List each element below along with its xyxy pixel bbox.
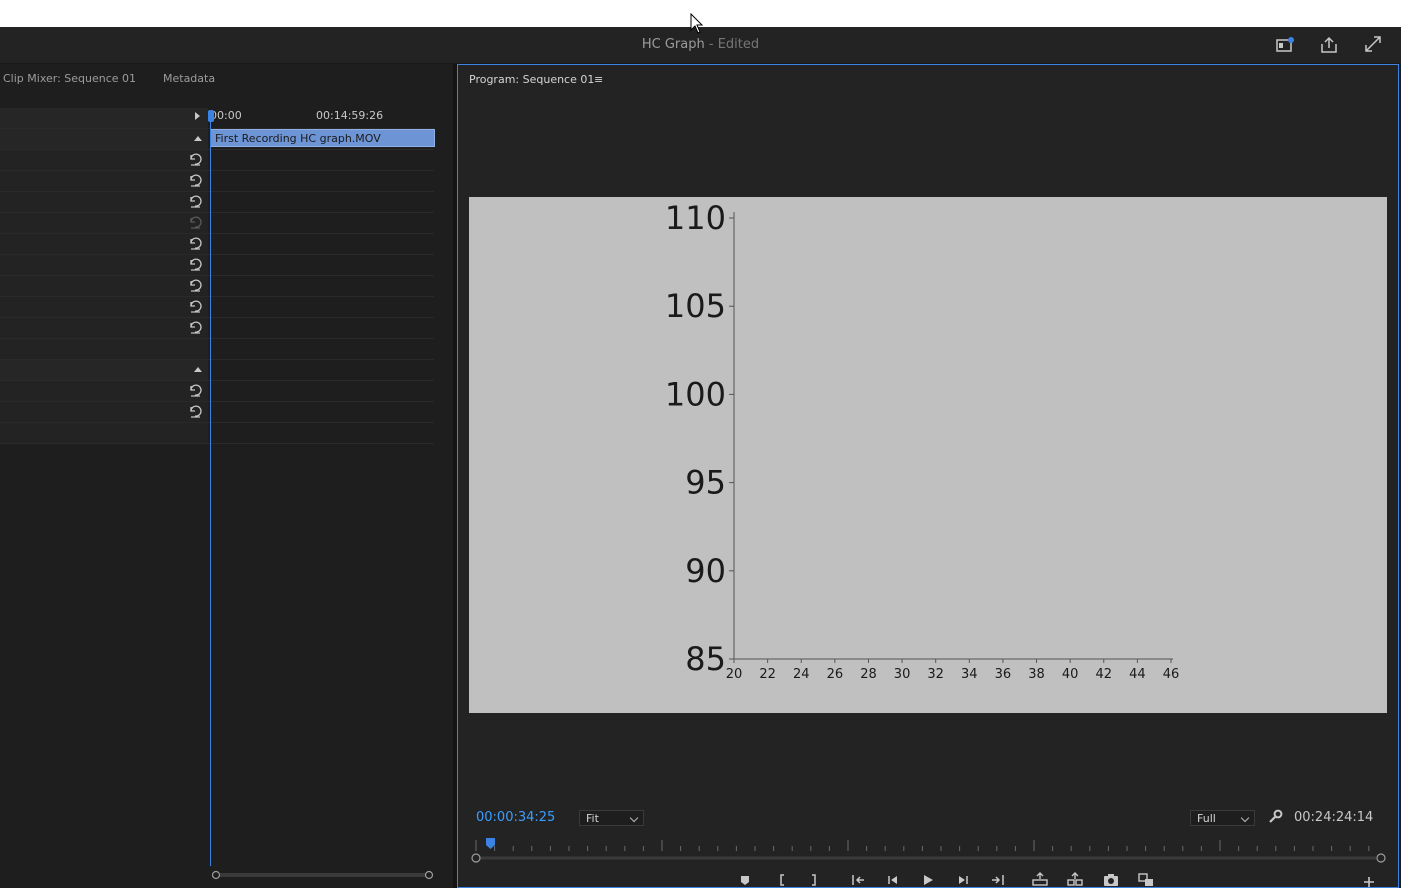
x-tick-label: 36 [995,667,1012,682]
total-duration-timecode: 00:24:24:14 [1294,810,1374,825]
playhead-marker[interactable] [486,838,495,849]
tab-program-monitor[interactable]: Program: Sequence 01 [469,73,594,86]
comparison-view-icon[interactable] [1136,871,1156,888]
x-tick-label: 26 [827,667,844,682]
add-marker-icon[interactable] [735,871,755,888]
collapse-arrow-icon[interactable] [194,136,202,141]
expand-arrow-icon[interactable] [195,112,200,120]
x-tick-label: 32 [927,667,944,682]
reset-parameter-icon[interactable] [188,278,202,292]
settings-wrench-icon[interactable] [1267,809,1283,825]
clip-name: First Recording HC graph.MOV [215,132,381,145]
mouse-cursor-icon [690,13,706,35]
play-icon[interactable] [918,871,938,888]
x-tick-label: 40 [1062,667,1079,682]
effect-row [0,318,434,339]
tab-clip-mixer[interactable]: Clip Mixer: Sequence 01 [3,72,136,85]
zoom-level-value: Fit [586,812,599,825]
workspaces-icon[interactable] [1274,35,1296,55]
effect-row [0,276,434,297]
ruler-start-time: 00:00 [210,109,242,122]
current-timecode[interactable]: 00:00:34:25 [476,810,555,825]
mark-in-icon[interactable] [772,871,792,888]
ruler-mid-time: 00:14:59:26 [316,109,384,122]
clip-bar[interactable]: First Recording HC graph.MOV [210,129,435,147]
x-tick-label: 20 [726,667,743,682]
effect-row [0,171,434,192]
playback-resolution-value: Full [1197,812,1216,825]
y-tick-label: 100 [665,375,726,413]
reset-parameter-icon[interactable] [188,404,202,418]
go-to-in-icon[interactable] [849,871,869,888]
reset-parameter-icon[interactable] [188,383,202,397]
y-tick-label: 105 [665,287,726,325]
graph-chart: 85 90 95 100 105 110 20 22 24 26 28 30 32 34 36 38 40 42 4… [665,199,1180,682]
zoom-handle-left[interactable] [471,853,481,863]
lift-icon[interactable] [1030,871,1050,888]
window-title-name: HC Graph [641,37,705,52]
zoom-handle-right[interactable] [1376,853,1386,863]
step-back-icon[interactable] [883,871,903,888]
effect-row [0,255,434,276]
go-to-out-icon[interactable] [987,871,1007,888]
panel-menu-icon[interactable]: ≡ [594,73,603,86]
program-video-frame: 85 90 95 100 105 110 20 22 24 26 28 30 32 34 36 38 40 42 4… [469,197,1387,713]
x-tick-label: 30 [894,667,911,682]
reset-parameter-icon[interactable] [188,257,202,271]
window-title-suffix: - Edited [708,37,760,52]
effect-row [0,423,434,444]
button-editor-plus-icon[interactable] [1359,871,1379,888]
reset-parameter-icon[interactable] [188,194,202,208]
reset-parameter-icon[interactable] [188,299,202,313]
tab-metadata[interactable]: Metadata [163,72,215,85]
share-icon[interactable] [1318,35,1340,55]
playback-resolution-dropdown[interactable]: Full [1190,810,1255,826]
effect-row [0,150,434,171]
effect-row [0,381,434,402]
x-tick-label: 44 [1129,667,1146,682]
reset-parameter-icon [190,216,202,229]
effect-row [0,360,434,381]
chevron-down-icon [1240,813,1250,823]
x-tick-label: 38 [1028,667,1045,682]
effect-row [0,192,434,213]
effect-controls-panel: Clip Mixer: Sequence 01 Metadata [0,64,453,888]
timeline-scrollbar[interactable] [212,870,434,880]
x-tick-label: 24 [793,667,810,682]
step-forward-icon[interactable] [953,871,973,888]
effect-row [0,213,434,234]
reset-parameter-icon[interactable] [188,173,202,187]
x-tick-label: 22 [759,667,776,682]
effect-row [0,339,434,360]
reset-parameter-icon[interactable] [188,152,202,166]
reset-parameter-icon[interactable] [188,320,202,334]
effect-row [0,402,434,423]
program-time-ruler[interactable] [470,838,1388,864]
mark-out-icon[interactable] [804,871,824,888]
collapse-arrow-icon[interactable] [194,367,202,372]
effect-row [0,297,434,318]
y-tick-label: 85 [685,640,726,678]
effect-row [0,234,434,255]
reset-parameter-icon[interactable] [188,236,202,250]
export-frame-camera-icon[interactable] [1101,871,1121,888]
playhead-handle[interactable] [208,110,214,122]
y-tick-label: 110 [665,199,726,237]
x-tick-label: 42 [1095,667,1112,682]
x-tick-label: 46 [1163,667,1180,682]
chevron-down-icon [629,813,639,823]
y-tick-label: 90 [685,552,726,590]
x-tick-label: 34 [961,667,978,682]
zoom-level-dropdown[interactable]: Fit [579,810,644,826]
mini-timeline-ruler[interactable]: 00:00 00:14:59:26 [208,108,434,128]
y-tick-label: 95 [685,464,726,502]
window-title: HC Graph - Edited [0,37,1401,52]
playhead-line [210,116,211,866]
x-tick-label: 28 [860,667,877,682]
fullscreen-icon[interactable] [1362,35,1384,55]
extract-icon[interactable] [1065,871,1085,888]
